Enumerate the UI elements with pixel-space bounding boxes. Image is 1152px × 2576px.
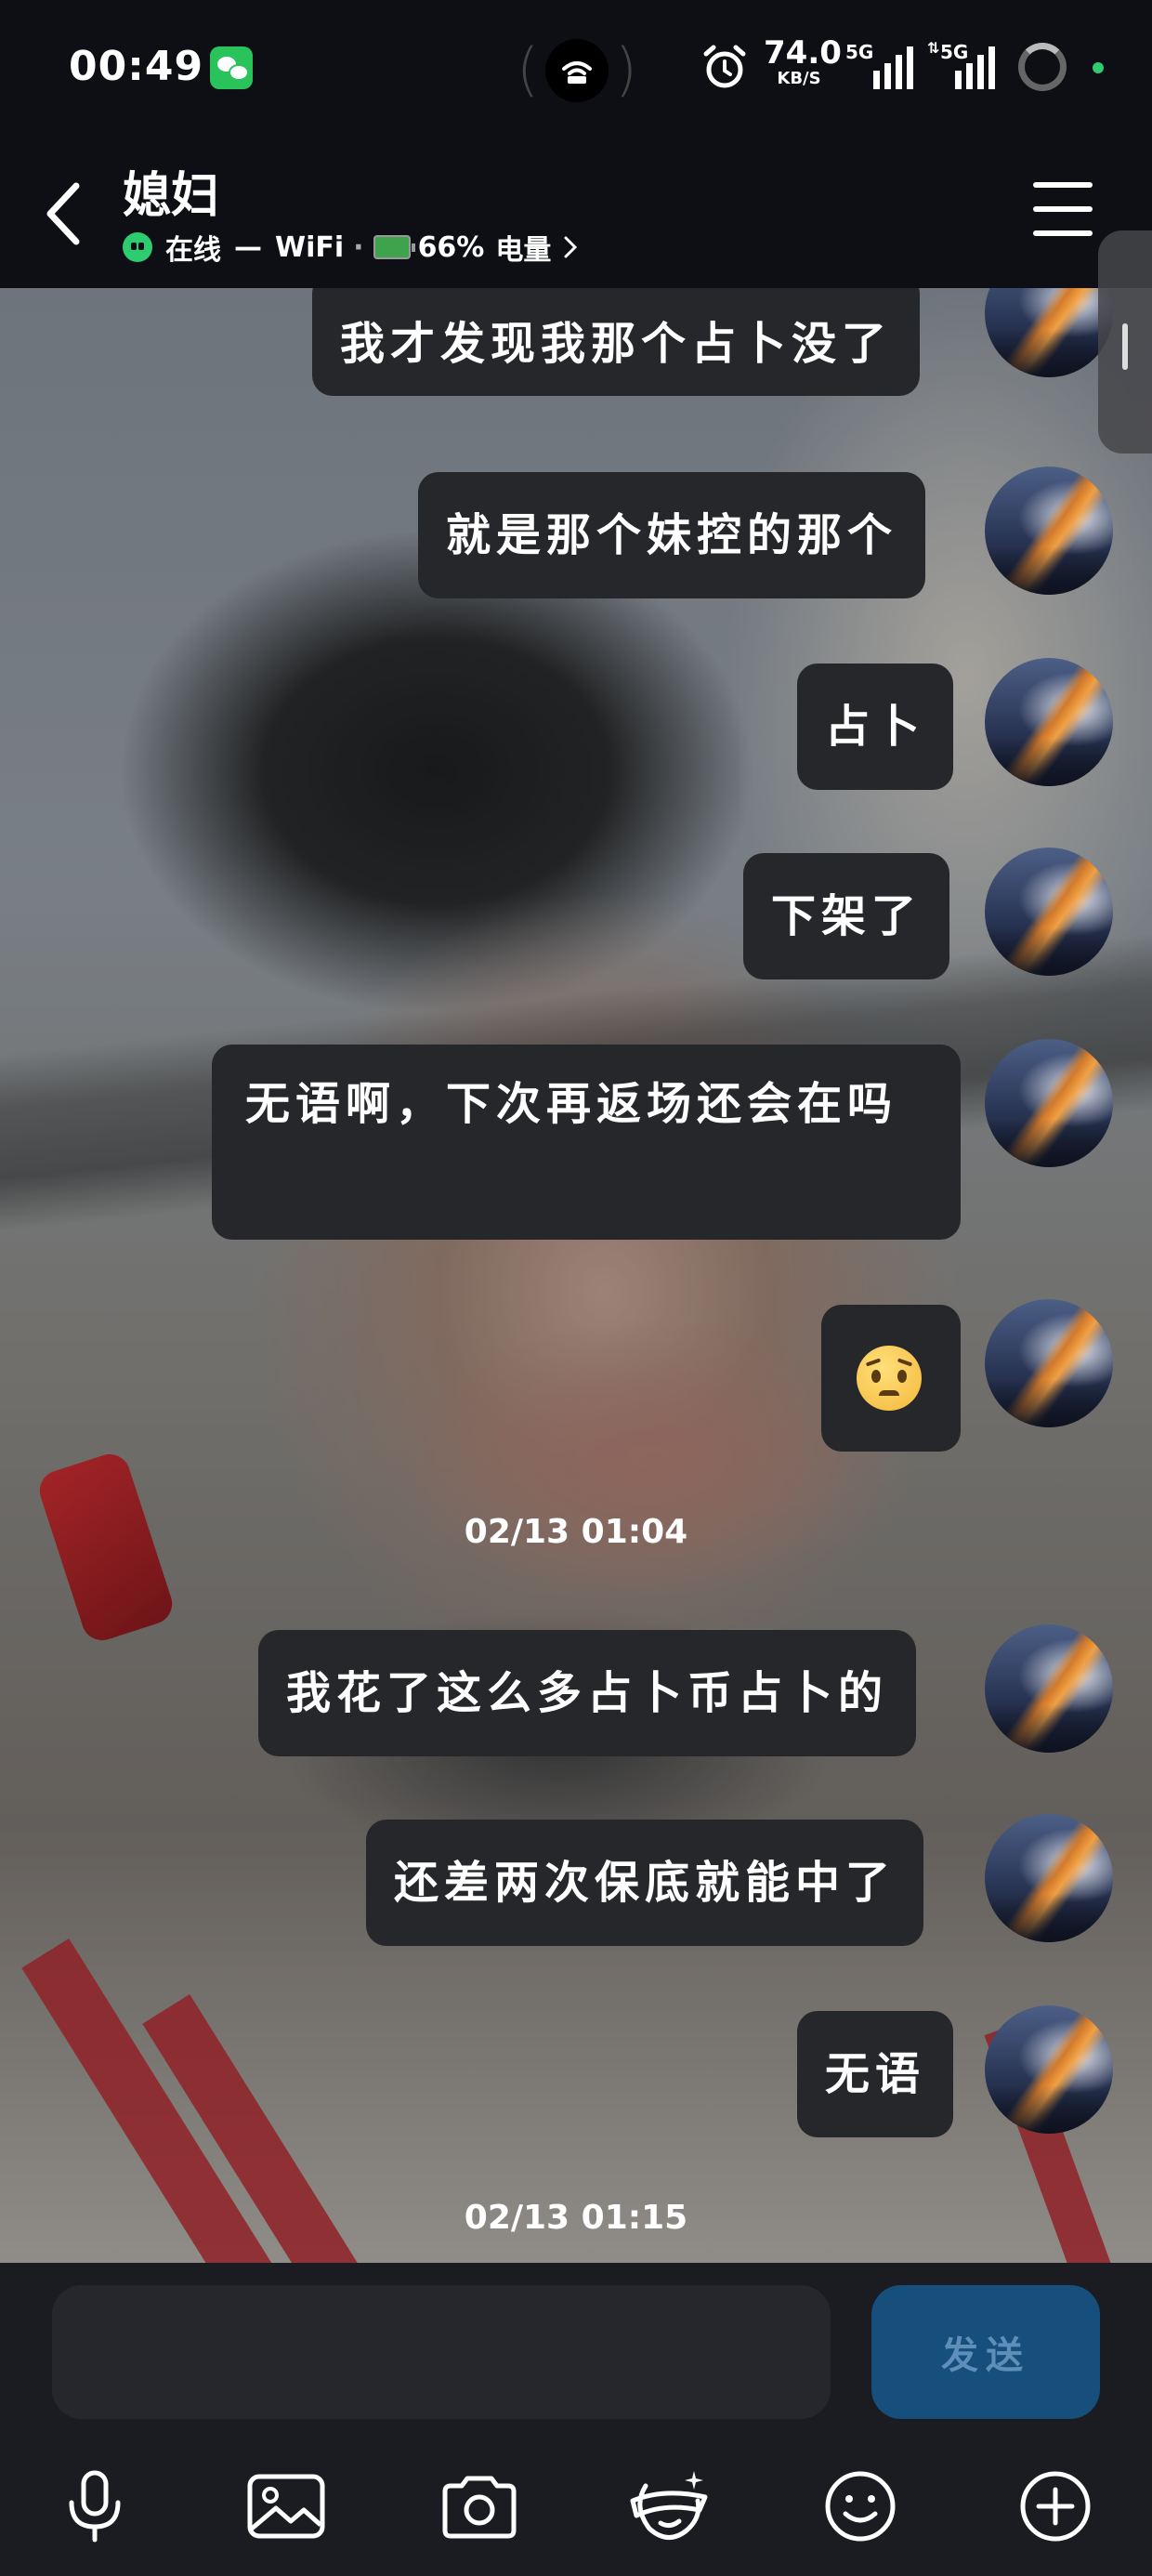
microphone-icon [69,2470,121,2543]
face-effect-icon [630,2471,708,2540]
hamburger-icon [1033,182,1093,188]
message-bubble[interactable] [821,1305,961,1452]
plus-icon [1020,2471,1091,2542]
signal-bars-icon [955,46,995,89]
status-time: 00:49 [69,43,204,90]
signal-bars-icon [873,46,913,89]
privacy-indicator-dot [1093,62,1104,73]
message-bubble[interactable]: 还差两次保底就能中了 [366,1820,924,1946]
alarm-icon [703,45,746,88]
back-button[interactable] [37,167,93,260]
image-button[interactable] [240,2460,333,2553]
battery-percent: 66% [417,230,485,264]
scrollbar-thumb[interactable] [1122,323,1128,370]
avatar[interactable] [985,848,1113,976]
avatar[interactable] [985,1039,1113,1167]
message-text: 我花了这么多占卜币占卜的 [286,1667,889,1719]
battery-label: 电量 [495,234,552,267]
message-bubble[interactable]: 无语啊，下次再返场还会在吗 [212,1045,961,1240]
hotspot-icon [562,61,592,84]
avatar[interactable] [985,288,1113,377]
avatar[interactable] [985,1299,1113,1427]
message-text: 我才发现我那个占卜没了 [340,318,893,370]
message-bubble[interactable]: 就是那个妹控的那个 [418,472,926,598]
online-status-text: 在线 [165,234,221,267]
message-text: 就是那个妹控的那个 [446,509,898,561]
avatar[interactable] [985,2005,1113,2134]
online-status-icon [123,232,152,262]
chat-message-area[interactable]: 我才发现我那个占卜没了 就是那个妹控的那个 占卜 下架了 无语啊，下次再返场还会… [0,288,1152,2263]
emoji-icon [825,2471,896,2542]
avatar[interactable] [985,1624,1113,1753]
more-button[interactable] [1009,2460,1102,2553]
message-timestamp: 02/13 01:15 [464,2199,688,2237]
message-timestamp: 02/13 01:04 [464,1513,688,1551]
contact-name[interactable]: 媳妇 [123,156,219,226]
voice-button[interactable] [48,2460,141,2553]
avatar[interactable] [985,1814,1113,1942]
status-dot: · [353,230,364,264]
network-type: WiFi [275,230,345,264]
status-bar: 00:49 () 74.0 KB/S 5G ⇅ 5G [0,0,1152,139]
menu-button[interactable] [1033,182,1093,236]
message-text: 无语啊，下次再返场还会在吗 [245,1078,898,1130]
message-text: 下架了 [771,890,923,942]
network-speed: 74.0 KB/S [764,34,842,88]
battery-ring-icon [1018,43,1067,91]
chevron-left-icon [46,182,80,245]
avatar[interactable] [985,658,1113,786]
battery-icon [373,235,415,259]
emoji-button[interactable] [814,2460,907,2553]
scrollbar[interactable] [1098,230,1152,453]
message-text: 还差两次保底就能中了 [394,1857,897,1909]
image-icon [247,2474,325,2539]
message-bubble[interactable]: 占卜 [797,664,954,790]
camera-icon [442,2476,517,2539]
send-button[interactable]: 发送 [871,2285,1100,2419]
message-text: 占卜 [825,701,926,753]
contact-status-line[interactable]: 在线 — WiFi · 66% 电量 [123,227,579,268]
message-input[interactable] [52,2285,831,2419]
status-separator: — [234,230,262,264]
message-text: 无语 [825,2048,926,2100]
input-panel: 发送 [0,2263,1152,2576]
camera-button[interactable] [433,2460,526,2553]
chevron-right-icon [564,236,578,258]
dynamic-island[interactable]: () [517,35,637,104]
chat-header: 媳妇 在线 — WiFi · 66% 电量 [0,139,1152,288]
message-bubble[interactable]: 我才发现我那个占卜没了 [312,288,921,396]
message-bubble[interactable]: 下架了 [743,853,950,979]
face-effect-button[interactable] [622,2460,715,2553]
wechat-notification-icon [210,46,253,89]
message-bubble[interactable]: 我花了这么多占卜币占卜的 [258,1630,917,1756]
message-bubble[interactable]: 无语 [797,2011,954,2137]
pleading-face-emoji-icon [857,1346,922,1411]
avatar[interactable] [985,467,1113,595]
